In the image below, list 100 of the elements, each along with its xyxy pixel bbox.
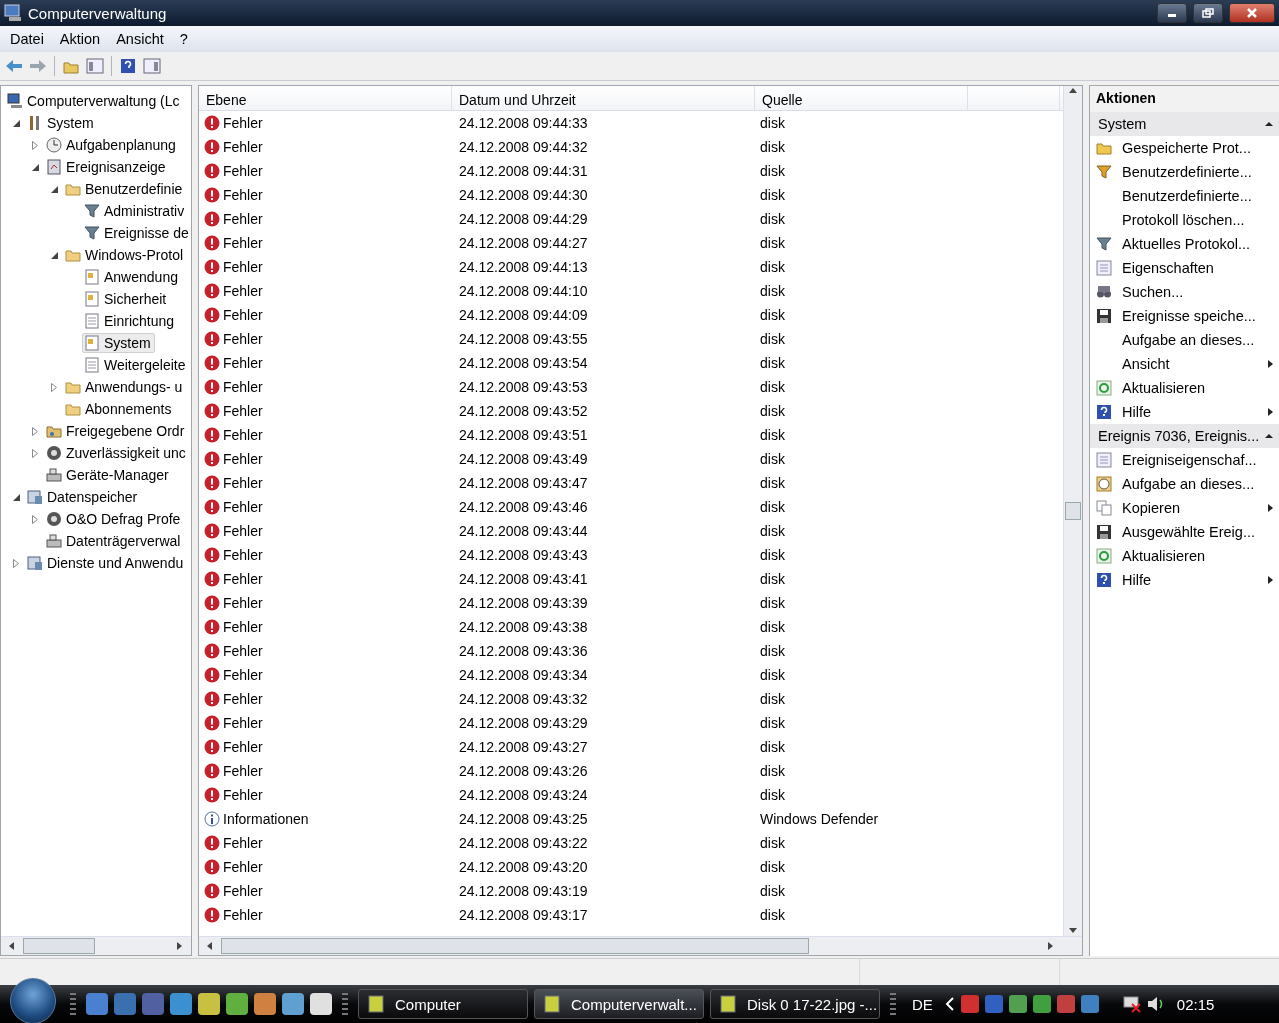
tree-item[interactable]: O&O Defrag Profe xyxy=(44,509,185,529)
table-row[interactable]: Fehler 24.12.2008 09:43:24 disk xyxy=(199,783,1063,807)
tree-item[interactable]: Benutzerdefinie xyxy=(63,179,187,199)
table-row[interactable]: Fehler 24.12.2008 09:43:49 disk xyxy=(199,447,1063,471)
tray-icon[interactable] xyxy=(1056,995,1075,1013)
scrollbar-thumb[interactable] xyxy=(23,938,95,954)
action-item[interactable]: Benutzerdefinierte... xyxy=(1090,160,1279,184)
action-item[interactable]: Hilfe xyxy=(1090,568,1279,592)
tree-item[interactable]: Weitergeleite xyxy=(82,355,190,375)
start-button[interactable] xyxy=(10,978,56,1023)
horizontal-scrollbar[interactable] xyxy=(1,936,191,955)
tree-item[interactable]: Administrativ xyxy=(82,201,189,221)
table-row[interactable]: Fehler 24.12.2008 09:43:53 disk xyxy=(199,375,1063,399)
action-item[interactable]: Suchen... xyxy=(1090,280,1279,304)
table-row[interactable]: Fehler 24.12.2008 09:43:19 disk xyxy=(199,879,1063,903)
table-row[interactable]: Fehler 24.12.2008 09:44:33 disk xyxy=(199,111,1063,135)
quick-launch-icon[interactable] xyxy=(282,993,304,1015)
column-header[interactable]: Datum und Uhrzeit xyxy=(452,86,755,110)
tree-item[interactable]: Datenträgerverwal xyxy=(44,531,185,551)
action-item[interactable]: Aufgabe an dieses... xyxy=(1090,472,1279,496)
section-header[interactable]: Ereignis 7036, Ereignis... xyxy=(1090,424,1279,448)
table-row[interactable]: Fehler 24.12.2008 09:43:44 disk xyxy=(199,519,1063,543)
quick-launch-icon[interactable] xyxy=(226,993,248,1015)
action-item[interactable]: Ereigniseigenschaf... xyxy=(1090,448,1279,472)
table-row[interactable]: Fehler 24.12.2008 09:43:22 disk xyxy=(199,831,1063,855)
menu-item[interactable]: Aktion xyxy=(51,29,109,49)
column-header[interactable]: Ebene xyxy=(199,86,452,110)
tree-item[interactable]: Sicherheit xyxy=(82,289,171,309)
table-row[interactable]: Fehler 24.12.2008 09:44:29 disk xyxy=(199,207,1063,231)
tree-item[interactable]: Geräte-Manager xyxy=(44,465,173,485)
action-item[interactable]: Aktualisieren xyxy=(1090,544,1279,568)
tree-item[interactable]: Dienste und Anwendu xyxy=(25,553,188,573)
vertical-scrollbar[interactable] xyxy=(1063,86,1082,936)
quick-launch-icon[interactable] xyxy=(254,993,276,1015)
horizontal-scrollbar[interactable] xyxy=(199,936,1082,955)
quick-launch-icon[interactable] xyxy=(114,993,136,1015)
tree-item[interactable]: Anwendungs- u xyxy=(63,377,187,397)
table-row[interactable]: Fehler 24.12.2008 09:44:13 disk xyxy=(199,255,1063,279)
section-header[interactable]: System xyxy=(1090,112,1279,136)
table-row[interactable]: Fehler 24.12.2008 09:43:54 disk xyxy=(199,351,1063,375)
action-item[interactable]: Ereignisse speiche... xyxy=(1090,304,1279,328)
tray-icon[interactable] xyxy=(1032,995,1051,1013)
tree-item[interactable]: Computerverwaltung (Lc xyxy=(5,91,184,111)
tree-item[interactable]: Datenspeicher xyxy=(25,487,142,507)
table-row[interactable]: Fehler 24.12.2008 09:44:10 disk xyxy=(199,279,1063,303)
table-row[interactable]: Fehler 24.12.2008 09:44:27 disk xyxy=(199,231,1063,255)
tray-icon[interactable] xyxy=(960,995,979,1013)
action-item[interactable]: Eigenschaften xyxy=(1090,256,1279,280)
action-item[interactable]: Benutzerdefinierte... xyxy=(1090,184,1279,208)
menu-item[interactable]: ? xyxy=(171,29,196,49)
action-item[interactable]: Ansicht xyxy=(1090,352,1279,376)
table-row[interactable]: Fehler 24.12.2008 09:43:27 disk xyxy=(199,735,1063,759)
tree-item[interactable]: Einrichtung xyxy=(82,311,179,331)
table-row[interactable]: Fehler 24.12.2008 09:43:34 disk xyxy=(199,663,1063,687)
table-row[interactable]: Informationen 24.12.2008 09:43:25 Windows Defender xyxy=(199,807,1063,831)
taskbar-button[interactable]: Computerverwalt... xyxy=(534,989,704,1019)
table-row[interactable]: Fehler 24.12.2008 09:43:41 disk xyxy=(199,567,1063,591)
tree-item[interactable]: Aufgabenplanung xyxy=(44,135,180,155)
action-item[interactable]: Kopieren xyxy=(1090,496,1279,520)
table-row[interactable]: Fehler 24.12.2008 09:43:26 disk xyxy=(199,759,1063,783)
quick-launch-icon[interactable] xyxy=(310,993,332,1015)
minimize-button[interactable] xyxy=(1157,3,1187,23)
action-item[interactable]: Ausgewählte Ereig... xyxy=(1090,520,1279,544)
restore-button[interactable] xyxy=(1193,3,1223,23)
table-row[interactable]: Fehler 24.12.2008 09:44:31 disk xyxy=(199,159,1063,183)
tray-icon[interactable] xyxy=(984,995,1003,1013)
tree-item[interactable]: Abonnements xyxy=(63,399,176,419)
action-item[interactable]: Aktualisieren xyxy=(1090,376,1279,400)
column-header[interactable]: Quelle xyxy=(755,86,968,110)
table-row[interactable]: Fehler 24.12.2008 09:43:32 disk xyxy=(199,687,1063,711)
table-row[interactable]: Fehler 24.12.2008 09:44:32 disk xyxy=(199,135,1063,159)
taskbar-button[interactable]: Computer xyxy=(358,989,528,1019)
action-pane-button[interactable] xyxy=(142,56,162,76)
tree-item[interactable]: Zuverlässigkeit unc xyxy=(44,443,190,463)
action-item[interactable]: Hilfe xyxy=(1090,400,1279,424)
table-row[interactable]: Fehler 24.12.2008 09:43:52 disk xyxy=(199,399,1063,423)
quick-launch-icon[interactable] xyxy=(198,993,220,1015)
table-row[interactable]: Fehler 24.12.2008 09:43:38 disk xyxy=(199,615,1063,639)
table-row[interactable]: Fehler 24.12.2008 09:43:46 disk xyxy=(199,495,1063,519)
table-row[interactable]: Fehler 24.12.2008 09:43:51 disk xyxy=(199,423,1063,447)
tree-item[interactable]: Ereignisanzeige xyxy=(44,157,170,177)
table-row[interactable]: Fehler 24.12.2008 09:43:39 disk xyxy=(199,591,1063,615)
menu-item[interactable]: Ansicht xyxy=(108,29,172,49)
quick-launch-icon[interactable] xyxy=(142,993,164,1015)
tree-item[interactable]: System xyxy=(82,333,155,353)
action-item[interactable]: Aufgabe an dieses... xyxy=(1090,328,1279,352)
table-row[interactable]: Fehler 24.12.2008 09:43:43 disk xyxy=(199,543,1063,567)
table-row[interactable]: Fehler 24.12.2008 09:43:36 disk xyxy=(199,639,1063,663)
quick-launch-icon[interactable] xyxy=(86,993,108,1015)
table-row[interactable]: Fehler 24.12.2008 09:43:20 disk xyxy=(199,855,1063,879)
action-item[interactable]: Protokoll löschen... xyxy=(1090,208,1279,232)
table-row[interactable]: Fehler 24.12.2008 09:44:30 disk xyxy=(199,183,1063,207)
tree-toggle-button[interactable] xyxy=(85,56,105,76)
table-row[interactable]: Fehler 24.12.2008 09:43:47 disk xyxy=(199,471,1063,495)
action-item[interactable]: Aktuelles Protokol... xyxy=(1090,232,1279,256)
table-row[interactable]: Fehler 24.12.2008 09:44:09 disk xyxy=(199,303,1063,327)
help-button[interactable] xyxy=(118,56,138,76)
close-button[interactable] xyxy=(1229,3,1275,23)
tray-icon[interactable] xyxy=(1008,995,1027,1013)
language-indicator[interactable]: DE xyxy=(912,995,933,1013)
